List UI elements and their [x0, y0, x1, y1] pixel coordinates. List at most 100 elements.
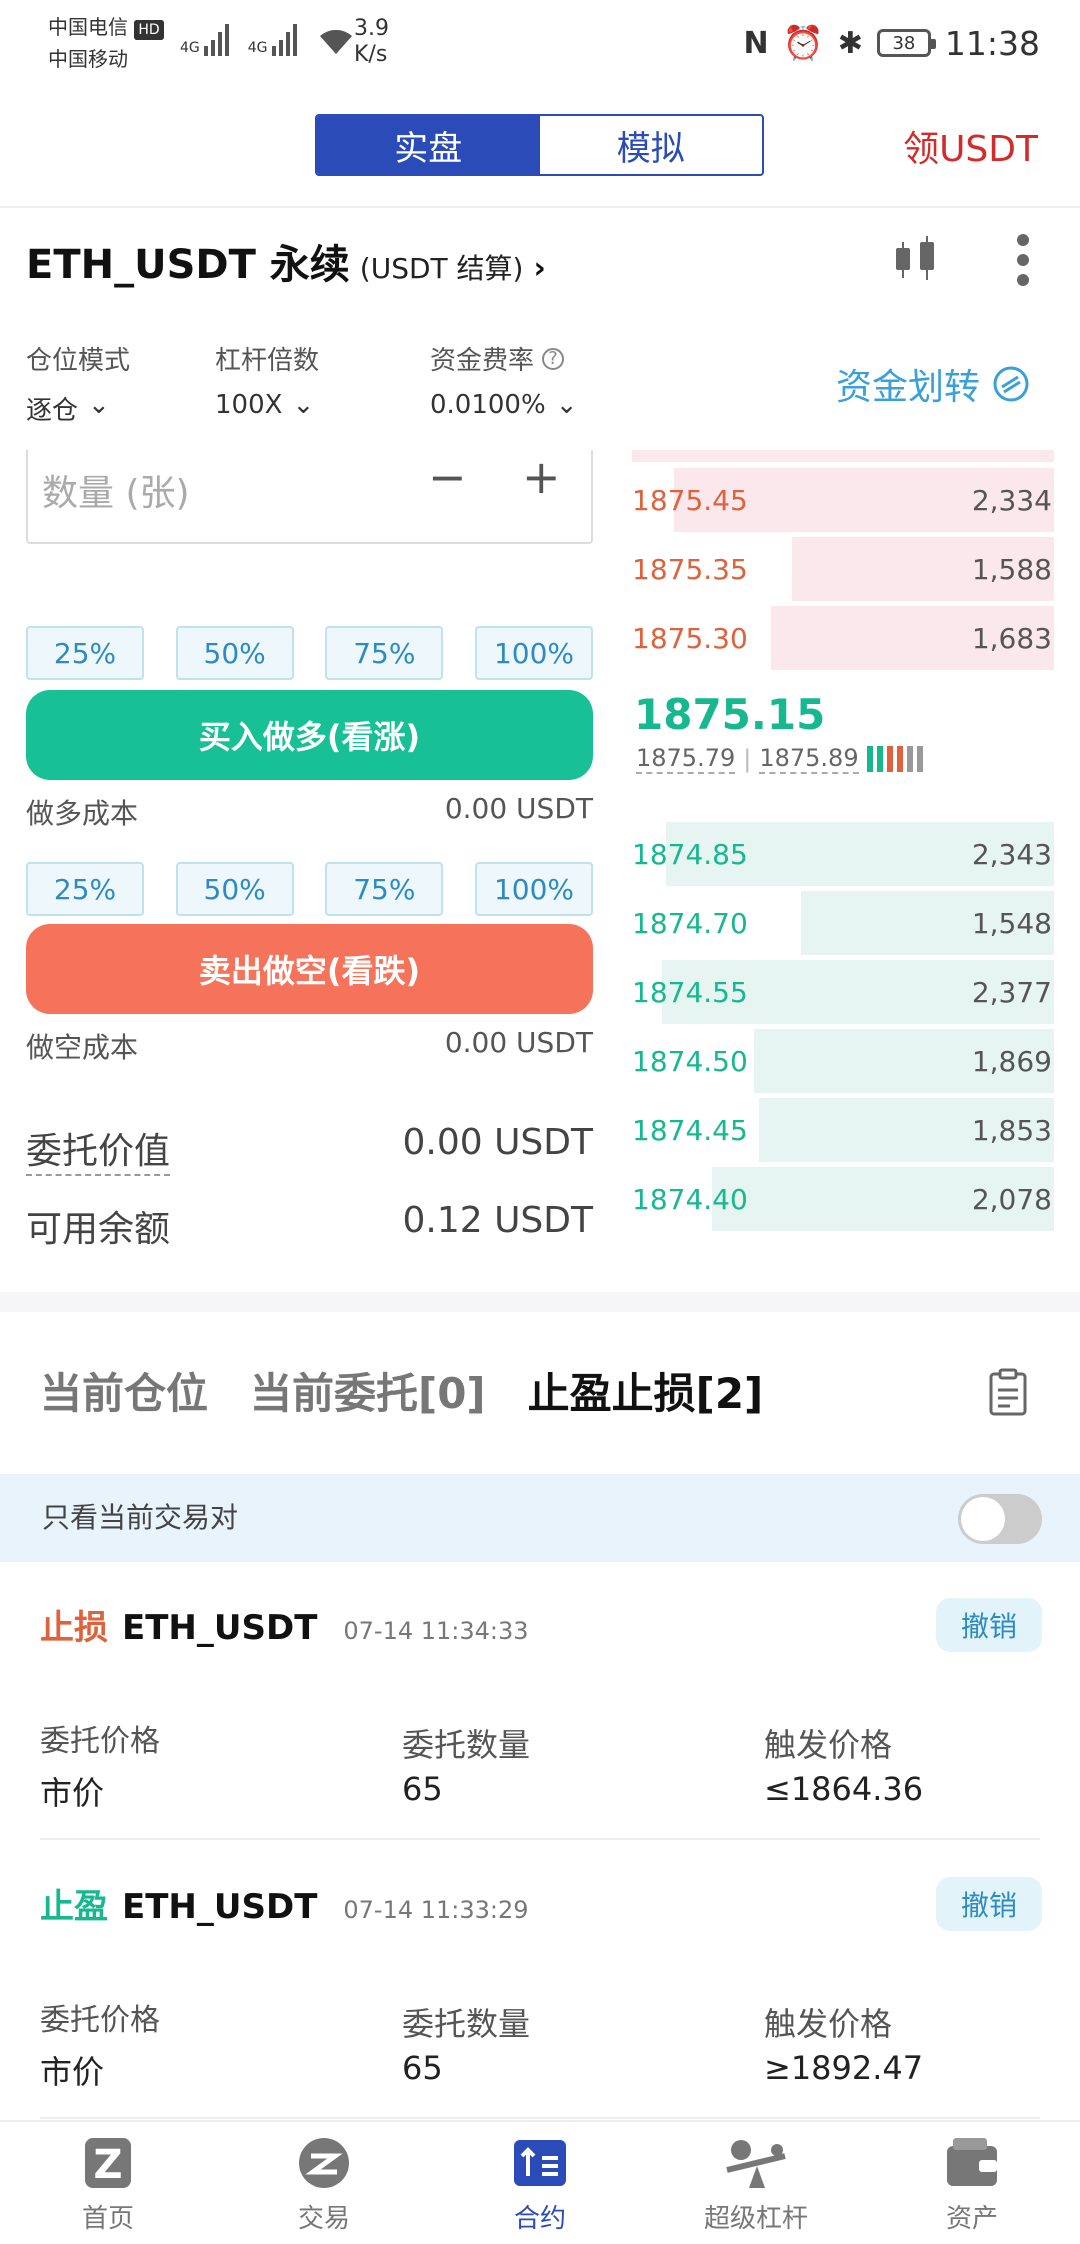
short-cost-label: 做空成本: [26, 1031, 139, 1064]
orders-tabs: 当前仓位 当前委托[0] 止盈止损[2]: [40, 1360, 763, 1421]
order-type: 止损: [40, 1608, 108, 1648]
ask-price: 1875.45: [632, 483, 748, 517]
funding-rate-value: 0.0100%: [430, 390, 546, 420]
order-price-value: 市价: [40, 2053, 105, 2091]
ask-quantity: 2,334: [971, 483, 1052, 517]
bid-price: 1874.45: [632, 1113, 748, 1147]
decrease-quantity-button[interactable]: −: [428, 450, 467, 504]
funding-rate-dropdown[interactable]: 0.0100% ⌄: [430, 390, 577, 420]
cancel-order-button[interactable]: 撤销: [936, 1598, 1042, 1652]
leverage-value: 100X: [215, 390, 283, 420]
long-pct-100-button[interactable]: 100%: [474, 626, 593, 680]
quantity-input[interactable]: 数量 (张) − +: [26, 450, 593, 544]
margin-mode-label: 仓位模式: [26, 346, 131, 376]
carrier-name-1: 中国电信: [48, 15, 128, 39]
increase-quantity-button[interactable]: +: [522, 450, 561, 504]
cancel-order-button[interactable]: 撤销: [936, 1877, 1042, 1931]
bid-price: 1874.70: [632, 906, 748, 940]
order-card-header: 止盈 ETH_USDT 07-14 11:33:29: [40, 1879, 529, 1928]
nav-assets[interactable]: 资产: [864, 2122, 1080, 2244]
section-spacer: [0, 1292, 1080, 1312]
short-cost-row: 做空成本 0.00 USDT: [26, 1026, 593, 1066]
candlestick-chart-icon[interactable]: [888, 234, 944, 284]
mark-price[interactable]: 1875.79: [636, 744, 736, 774]
bid-row[interactable]: 1874.55 2,377: [632, 960, 1054, 1024]
short-cost-value: 0.00 USDT: [444, 1026, 593, 1059]
tab-open-orders[interactable]: 当前委托[0]: [250, 1360, 486, 1421]
network-type-2: 4G: [247, 40, 268, 56]
leverage-dropdown[interactable]: 100X ⌄: [215, 390, 314, 420]
battery-icon: 38: [876, 29, 936, 57]
instrument-name: ETH_USDT 永续: [26, 242, 350, 288]
signal-icon: 4G: [180, 20, 234, 56]
buy-long-button[interactable]: 买入做多(看涨): [26, 690, 593, 780]
leverage-label: 杠杆倍数: [215, 346, 320, 376]
bluetooth-icon: ✱: [837, 25, 863, 61]
order-type: 止盈: [40, 1887, 108, 1927]
order-divider: [40, 2117, 1040, 2119]
leverage-icon: [726, 2140, 786, 2188]
sell-short-button[interactable]: 卖出做空(看跌): [26, 924, 593, 1014]
nav-contract[interactable]: 合约: [432, 2122, 648, 2244]
speed-unit: K/s: [354, 42, 388, 67]
short-percent-buttons: 25% 50% 75% 100%: [26, 862, 593, 916]
hd-badge: HD: [134, 20, 164, 40]
nav-super-leverage[interactable]: 超级杠杆: [648, 2122, 864, 2244]
order-divider: [40, 1838, 1040, 1840]
long-pct-25-button[interactable]: 25%: [26, 626, 144, 680]
nav-home[interactable]: Z 首页: [0, 2122, 216, 2244]
short-pct-25-button[interactable]: 25%: [26, 862, 144, 916]
bid-row[interactable]: 1874.50 1,869: [632, 1029, 1054, 1093]
depth-mode-icon[interactable]: [866, 746, 923, 772]
fund-transfer-button[interactable]: 资金划转: [836, 358, 1030, 410]
chevron-down-icon: ⌄: [555, 390, 578, 420]
order-history-icon[interactable]: [988, 1368, 1028, 1416]
claim-usdt-link[interactable]: 领USDT: [903, 120, 1038, 172]
long-pct-75-button[interactable]: 75%: [325, 626, 444, 680]
tab-demo[interactable]: 模拟: [540, 116, 763, 174]
order-quantity-value: 65: [402, 2049, 443, 2087]
current-pair-filter-label: 只看当前交易对: [42, 1501, 239, 1534]
network-speed: 3.9 K/s: [354, 16, 389, 68]
nav-contract-label: 合约: [513, 2204, 566, 2234]
tab-real[interactable]: 实盘: [317, 116, 540, 174]
clock: 11:38: [944, 23, 1040, 63]
short-pct-50-button[interactable]: 50%: [175, 862, 294, 916]
nav-home-label: 首页: [81, 2204, 134, 2234]
index-price[interactable]: 1875.89: [759, 744, 859, 774]
ask-row[interactable]: 1875.45 2,334: [632, 468, 1054, 532]
more-menu-icon[interactable]: [1012, 232, 1034, 288]
bid-row[interactable]: 1874.40 2,078: [632, 1167, 1054, 1231]
ask-row[interactable]: 1875.30 1,683: [632, 606, 1054, 670]
home-logo-icon: Z: [85, 2138, 131, 2188]
order-quantity-value: 65: [402, 1770, 443, 1808]
status-carrier-1: 中国电信 HD: [48, 12, 164, 45]
short-pct-100-button[interactable]: 100%: [474, 862, 593, 916]
settlement-currency: (USDT 结算): [359, 252, 524, 285]
margin-mode-dropdown[interactable]: 逐仓 ⌄: [26, 390, 110, 427]
instrument-selector[interactable]: ETH_USDT 永续 (USDT 结算) ›: [26, 232, 546, 290]
current-pair-toggle[interactable]: [958, 1494, 1042, 1544]
bid-quantity: 2,343: [971, 837, 1052, 871]
bid-price: 1874.40: [632, 1182, 748, 1216]
long-pct-50-button[interactable]: 50%: [175, 626, 294, 680]
account-mode-switch[interactable]: 实盘 模拟: [315, 114, 764, 176]
transfer-icon: [993, 366, 1029, 402]
tab-positions[interactable]: 当前仓位: [40, 1360, 208, 1421]
available-balance-label: 可用余额: [26, 1209, 171, 1250]
ask-row[interactable]: 1875.35 1,588: [632, 537, 1054, 601]
svg-text:Z: Z: [93, 2142, 122, 2188]
bid-row[interactable]: 1874.45 1,853: [632, 1098, 1054, 1162]
nav-trade[interactable]: 交易: [216, 2122, 432, 2244]
bid-price: 1874.50: [632, 1044, 748, 1078]
order-price-label: 委托价格: [40, 1724, 160, 1759]
bid-row[interactable]: 1874.70 1,548: [632, 891, 1054, 955]
short-pct-75-button[interactable]: 75%: [325, 862, 444, 916]
bid-row[interactable]: 1874.85 2,343: [632, 822, 1054, 886]
tab-tp-sl[interactable]: 止盈止损[2]: [528, 1360, 764, 1421]
help-icon[interactable]: ?: [542, 347, 565, 370]
signal-indicators: 4G 4G: [180, 20, 356, 56]
order-value-label[interactable]: 委托价值: [26, 1122, 171, 1176]
margin-mode-value: 逐仓: [26, 396, 79, 426]
trigger-price-value: ≥1892.47: [764, 2049, 924, 2087]
